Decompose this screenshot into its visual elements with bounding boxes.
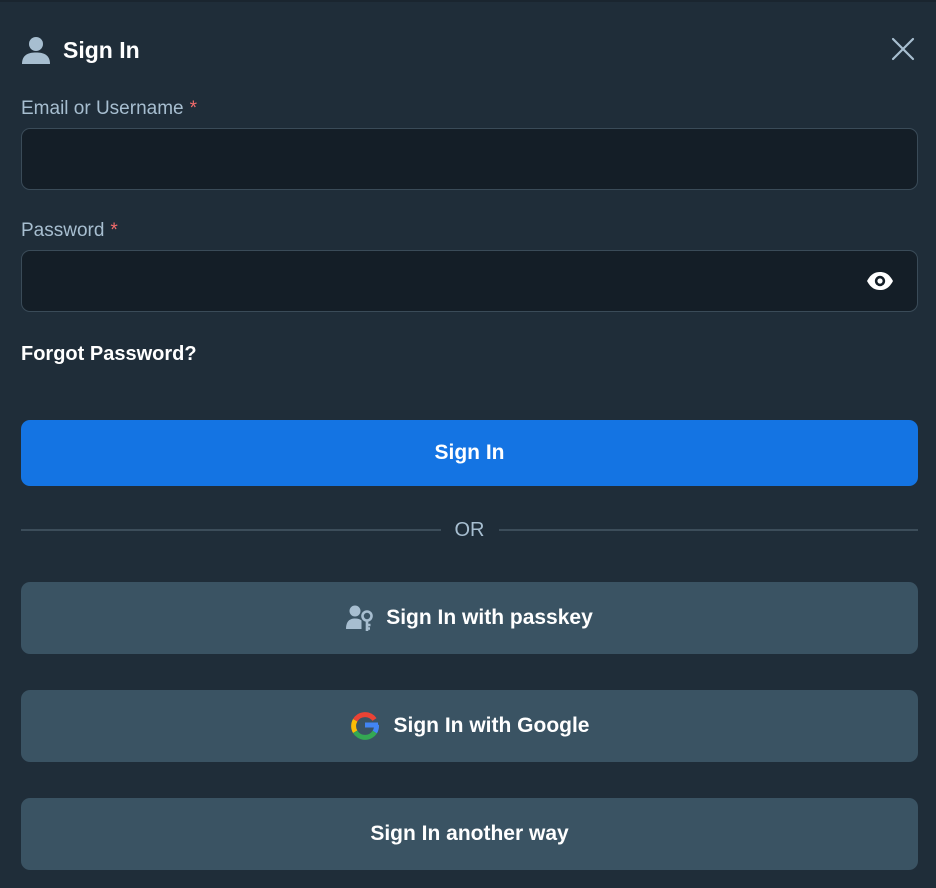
sign-in-dialog: Sign In Email or Username * Password * For… [0, 0, 936, 888]
email-label-text: Email or Username [21, 98, 184, 119]
email-label: Email or Username * [21, 98, 197, 120]
or-divider: OR [21, 516, 918, 544]
dialog-title: Sign In [63, 36, 140, 63]
password-field-wrapper [21, 250, 918, 312]
user-icon [21, 35, 51, 65]
dialog-header: Sign In [21, 32, 140, 68]
email-field-wrapper [21, 128, 918, 190]
eye-icon [867, 272, 893, 290]
password-label: Password * [21, 220, 118, 242]
required-marker: * [189, 98, 198, 119]
show-password-toggle[interactable] [865, 268, 895, 294]
sign-in-passkey-button[interactable]: Sign In with passkey [21, 582, 918, 654]
close-button[interactable] [888, 34, 918, 64]
passkey-button-label: Sign In with passkey [386, 606, 593, 629]
password-field[interactable] [22, 251, 917, 311]
sign-in-another-way-button[interactable]: Sign In another way [21, 798, 918, 870]
close-icon [891, 37, 915, 61]
passkey-icon [346, 604, 374, 632]
sign-in-button[interactable]: Sign In [21, 420, 918, 486]
required-marker: * [110, 220, 118, 241]
forgot-password-link[interactable]: Forgot Password? [21, 343, 197, 366]
google-icon [350, 711, 380, 741]
divider-line [21, 529, 441, 531]
google-button-label: Sign In with Google [393, 714, 590, 737]
email-field[interactable] [22, 129, 917, 189]
divider-line [498, 529, 918, 531]
password-label-text: Password [21, 220, 105, 241]
divider-text: OR [454, 518, 485, 541]
sign-in-google-button[interactable]: Sign In with Google [21, 690, 918, 762]
